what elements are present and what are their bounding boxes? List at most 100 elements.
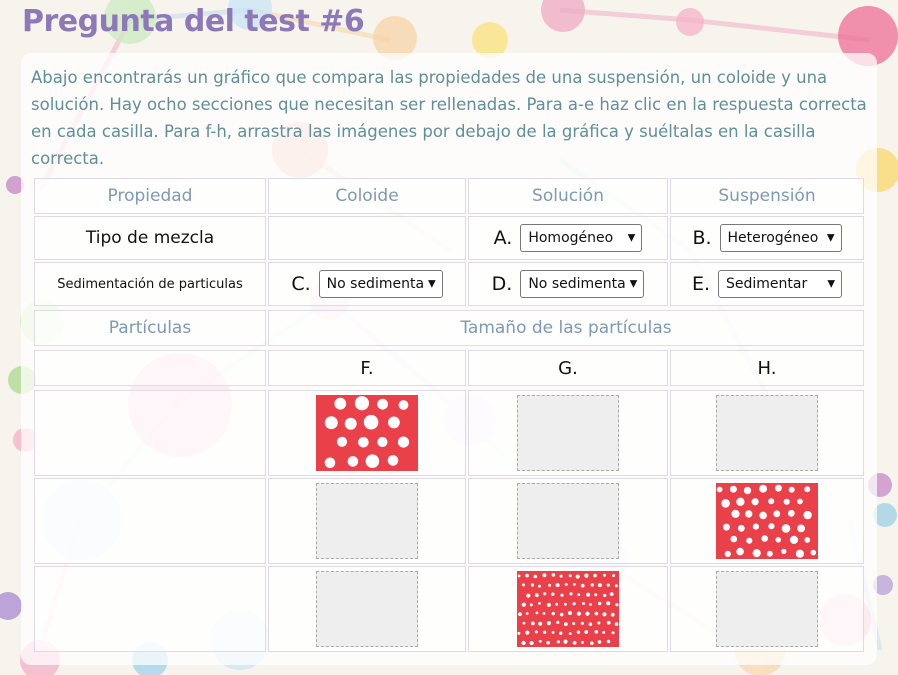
column-f-label: F. — [268, 350, 466, 386]
particle-dot — [602, 630, 606, 634]
particle-dot — [575, 574, 580, 579]
particle-dot — [722, 523, 730, 531]
drop-zone[interactable] — [316, 483, 418, 559]
particle-dot — [564, 583, 568, 586]
particle-dot — [588, 622, 593, 626]
particle-dot — [556, 640, 560, 644]
particle-dot — [775, 537, 781, 543]
particle-dot — [365, 454, 380, 468]
particle-dot — [716, 486, 723, 493]
particle-dot — [614, 622, 619, 626]
particle-dot — [614, 584, 618, 588]
particle-dot — [559, 631, 563, 635]
particle-dot — [542, 573, 547, 578]
particle-dot — [535, 611, 539, 615]
particle-dot — [377, 436, 388, 448]
particle-dot — [787, 509, 795, 517]
particle-dot — [597, 583, 602, 588]
particle-dot — [517, 574, 521, 578]
particle-dot — [737, 524, 745, 532]
header-property: Propiedad — [34, 178, 266, 214]
drop-cell-h-3[interactable] — [670, 566, 864, 652]
particle-dot — [781, 548, 787, 555]
particle-dot — [534, 593, 539, 598]
answer-b-cell: B. Heterogéneo ▼ — [670, 216, 864, 260]
particle-dot — [751, 498, 759, 506]
particle-dot — [525, 573, 529, 578]
answer-b-select[interactable]: Heterogéneo ▼ — [719, 224, 842, 252]
particle-dot — [768, 498, 775, 505]
particle-dot — [538, 602, 541, 605]
dropdown-arrow-icon: ▼ — [427, 278, 436, 290]
particle-dot — [606, 620, 611, 625]
header-colloid: Coloide — [268, 178, 466, 214]
particle-dot — [397, 436, 410, 448]
particle-dot — [773, 510, 781, 518]
drop-zone[interactable] — [716, 571, 818, 647]
particle-dot — [721, 499, 730, 508]
particle-dot — [603, 593, 607, 598]
particle-dot — [580, 640, 584, 644]
answer-a-cell: A. Homogéneo ▼ — [468, 216, 668, 260]
particles-empty-cell — [34, 350, 266, 386]
particle-dot — [803, 510, 812, 520]
row-label-mixture-type: Tipo de mezcla — [34, 216, 266, 260]
particle-dot — [804, 537, 811, 543]
particle-dot — [521, 602, 526, 607]
instructions-text: Abajo encontrarás un gráfico que compara… — [31, 68, 867, 168]
particle-row-1-label-cell — [34, 390, 266, 476]
drop-zone[interactable] — [517, 395, 619, 471]
drop-cell-g-3[interactable] — [468, 566, 668, 652]
particle-dot — [761, 535, 768, 542]
small-particles-image[interactable] — [517, 571, 619, 647]
particle-dot — [387, 455, 399, 466]
drop-zone[interactable] — [517, 483, 619, 559]
answer-a-letter: A. — [493, 227, 513, 249]
particle-dot — [594, 593, 598, 597]
particle-dot — [745, 510, 753, 518]
drop-cell-h-2[interactable] — [670, 478, 864, 564]
answer-a-value: Homogéneo — [528, 230, 614, 246]
particle-dot — [564, 602, 567, 606]
particle-dot — [525, 612, 529, 615]
particle-dot — [736, 497, 745, 506]
drop-zone[interactable] — [316, 571, 418, 647]
particle-dot — [743, 486, 752, 495]
particle-dot — [568, 574, 572, 578]
answer-e-letter: E. — [691, 273, 711, 295]
particle-dot — [593, 573, 597, 578]
particle-dot — [729, 485, 737, 493]
particle-dot — [555, 602, 559, 606]
particle-dot — [560, 593, 564, 597]
header-solution: Solución — [468, 178, 668, 214]
answer-c-select[interactable]: No sedimenta ▼ — [318, 270, 443, 298]
particle-dot — [576, 630, 581, 634]
particle-dot — [563, 622, 568, 627]
particle-dot — [572, 602, 576, 606]
dropdown-arrow-icon: ▼ — [827, 278, 836, 290]
answer-e-select[interactable]: Sedimentar ▼ — [718, 270, 843, 298]
drop-cell-f-3[interactable] — [268, 566, 466, 652]
drop-cell-f-2[interactable] — [268, 478, 466, 564]
particle-dot — [551, 573, 556, 577]
drop-cell-g-2[interactable] — [468, 478, 668, 564]
particle-dot — [572, 640, 577, 645]
drop-zone[interactable] — [716, 395, 818, 471]
particle-dot — [606, 601, 611, 606]
particle-dot — [580, 583, 585, 588]
drop-cell-h-1[interactable] — [670, 390, 864, 476]
particle-dot — [584, 573, 589, 578]
drop-cell-f-1[interactable] — [268, 390, 466, 476]
particle-dot — [602, 612, 607, 617]
column-g-label: G. — [468, 350, 668, 386]
medium-particles-image[interactable] — [716, 483, 818, 559]
particle-dot — [551, 611, 555, 616]
answer-d-select[interactable]: No sedimenta ▼ — [520, 270, 645, 298]
answer-a-select[interactable]: Homogéneo ▼ — [520, 224, 643, 252]
particle-row-2-label-cell — [34, 478, 266, 564]
particle-dot — [517, 631, 521, 635]
particle-dot — [724, 550, 731, 557]
large-particles-image[interactable] — [316, 395, 418, 471]
particle-dot — [594, 630, 599, 634]
drop-cell-g-1[interactable] — [468, 390, 668, 476]
